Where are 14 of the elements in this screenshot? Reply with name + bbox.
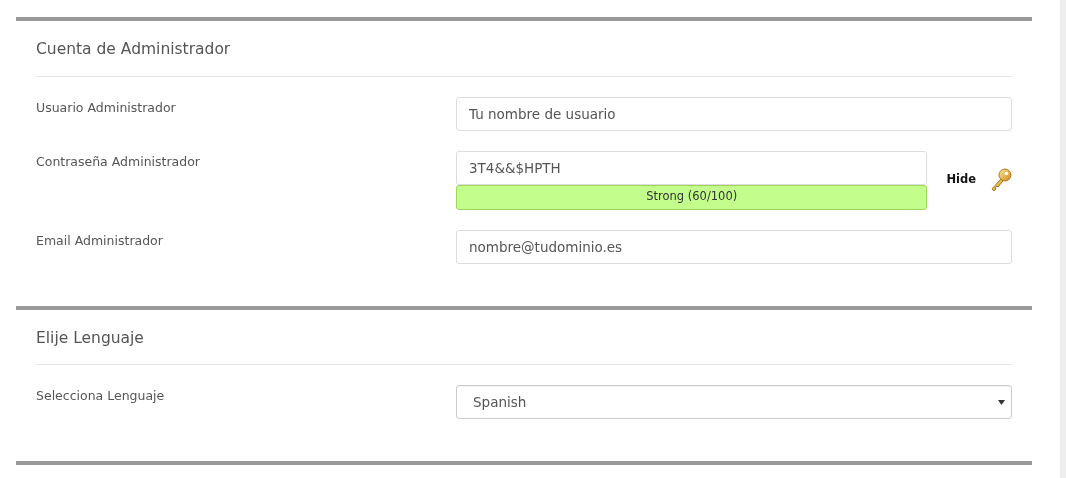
caret-icon xyxy=(998,399,1005,405)
language-select[interactable]: Spanish xyxy=(456,385,1012,420)
section-title: Elije Lenguaje xyxy=(36,309,1012,366)
field-label: Contraseña Administrador xyxy=(36,152,201,171)
key-icon[interactable] xyxy=(990,168,1012,193)
hide-link[interactable]: Hide xyxy=(946,171,977,189)
field-label: Usuario Administrador xyxy=(36,98,177,117)
password-field[interactable]: 3T4&&$HPTH xyxy=(456,150,928,185)
field-label: Email Administrador xyxy=(36,231,164,250)
input-field[interactable]: nombre@tudominio.es xyxy=(456,229,1012,264)
field-label: Selecciona Lenguaje xyxy=(36,387,166,406)
section-title: Cuenta de Administrador xyxy=(36,21,1012,77)
input-field[interactable]: Tu nombre de usuario xyxy=(456,96,1012,131)
strength-meter: Strong (60/100) xyxy=(456,184,928,210)
